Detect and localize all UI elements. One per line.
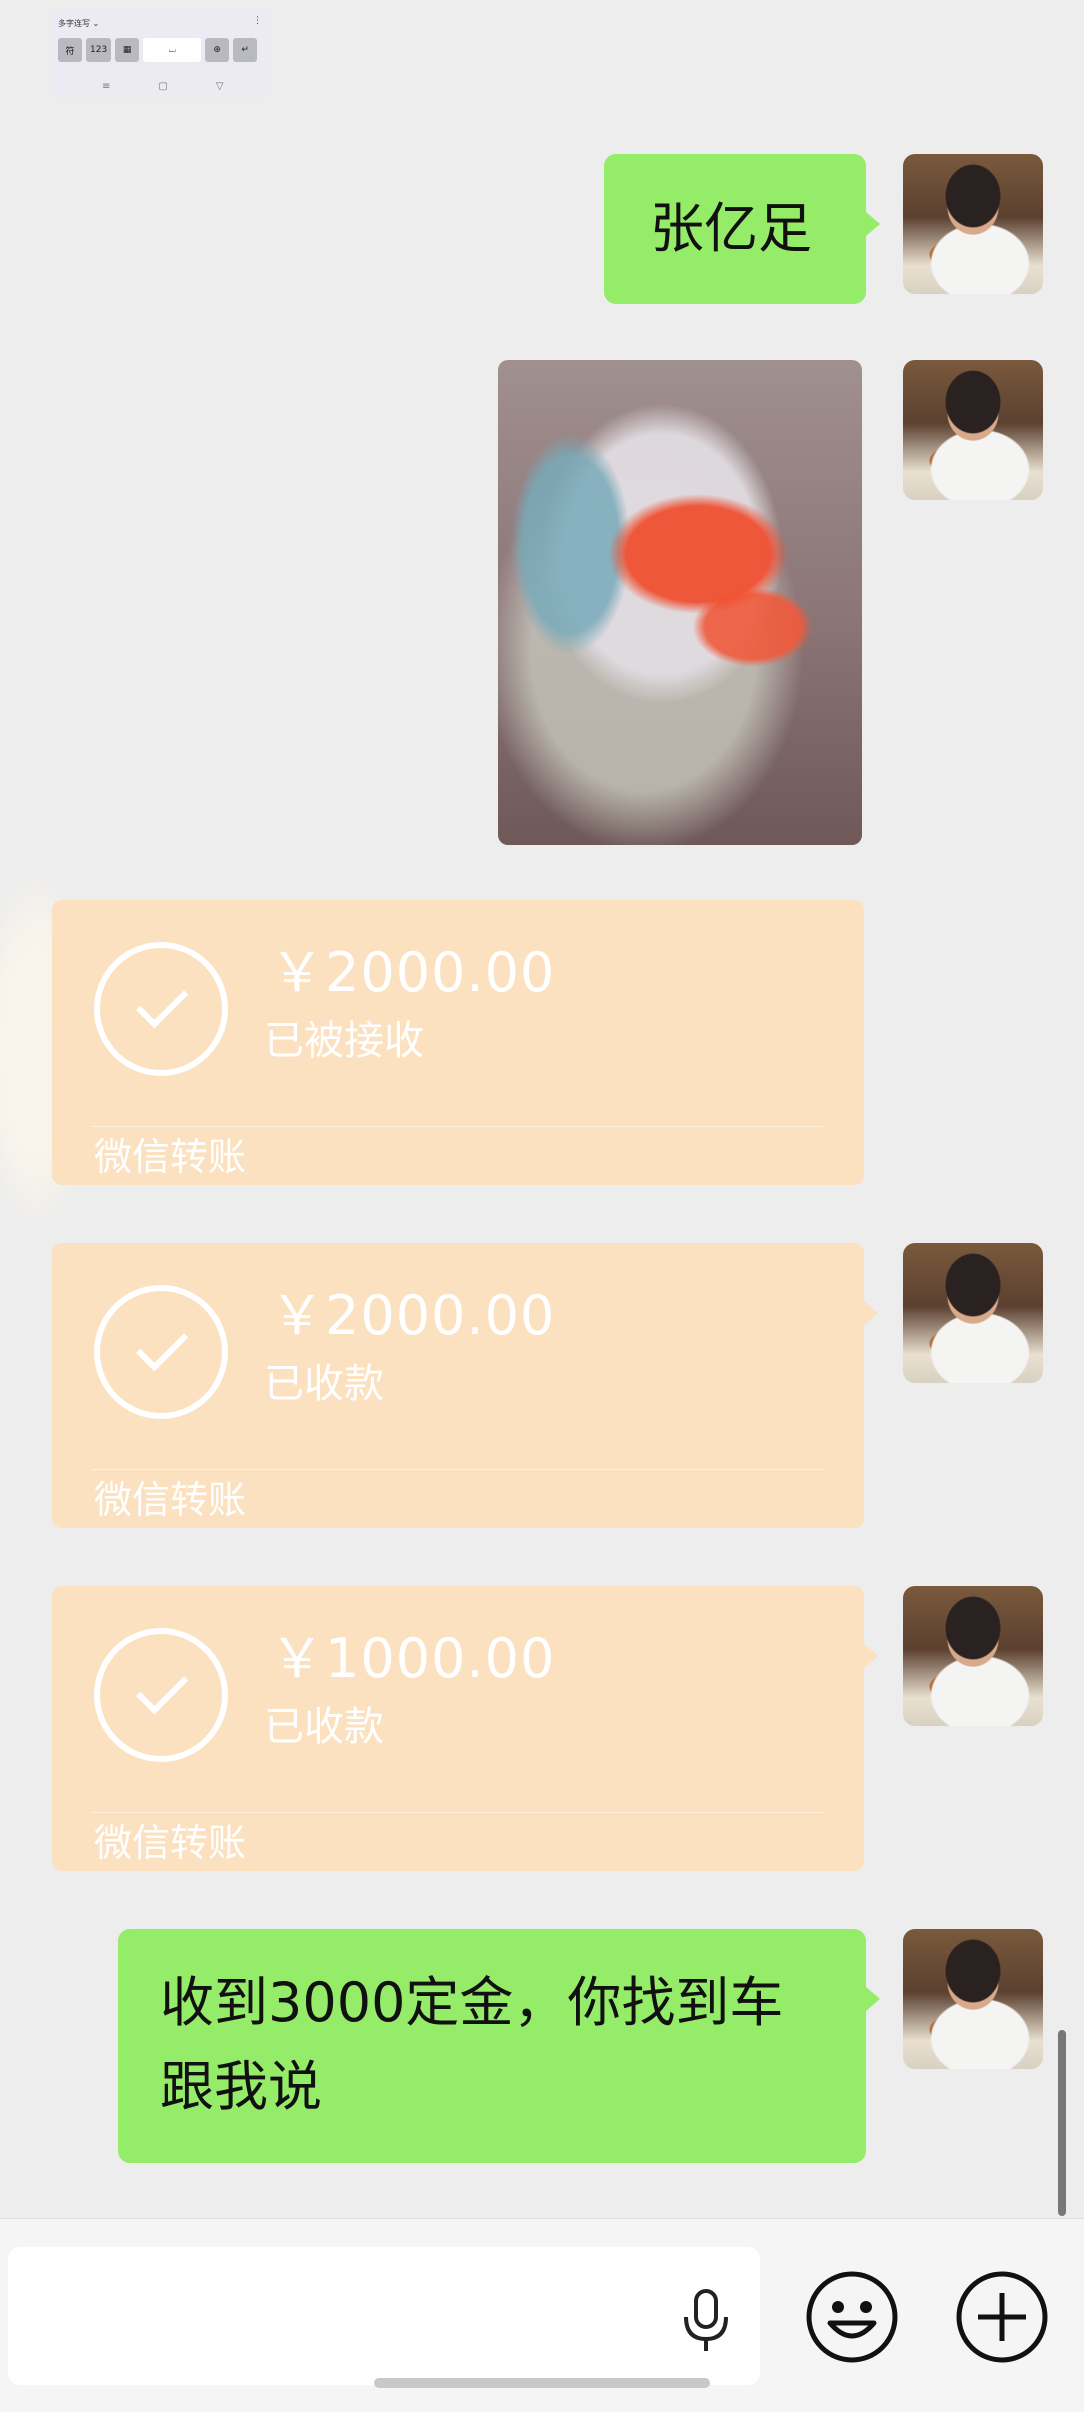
divider bbox=[92, 1469, 824, 1470]
transfer-card[interactable]: ￥1000.00 已收款 微信转账 bbox=[52, 1586, 878, 1871]
message-input[interactable] bbox=[8, 2247, 760, 2385]
transfer-card[interactable]: ￥2000.00 已被接收 微信转账 bbox=[52, 900, 864, 1185]
microphone-icon[interactable] bbox=[676, 2287, 736, 2357]
keyboard-nav-menu-icon: ≡ bbox=[102, 81, 111, 92]
keyboard-thumbnail: 多字连写 ⌄ ⋮ 符 123 ▦ ⌴ ⊕ ↵ ≡ ▢ ▽ bbox=[52, 12, 270, 98]
transfer-amount: ￥2000.00 bbox=[270, 941, 556, 1004]
home-indicator[interactable] bbox=[374, 2378, 710, 2388]
avatar[interactable] bbox=[903, 1586, 1043, 1726]
keyboard-key-row: 符 123 ▦ ⌴ ⊕ ↵ bbox=[58, 38, 258, 62]
message-bubble[interactable]: 收到3000定金，你找到车 跟我说 bbox=[118, 1929, 880, 2163]
avatar[interactable] bbox=[903, 360, 1043, 500]
message-text-line: 跟我说 bbox=[160, 2055, 322, 2118]
keyboard-key-enter: ↵ bbox=[233, 38, 258, 62]
transfer-card[interactable]: ￥2000.00 已收款 微信转账 bbox=[52, 1243, 878, 1528]
avatar[interactable] bbox=[903, 1929, 1043, 2069]
transfer-amount: ￥1000.00 bbox=[270, 1627, 556, 1690]
keyboard-key-space: ⌴ bbox=[143, 38, 202, 62]
avatar[interactable] bbox=[903, 154, 1043, 294]
divider bbox=[92, 1812, 824, 1813]
plus-icon[interactable] bbox=[954, 2269, 1050, 2365]
keyboard-nav-row: ≡ ▢ ▽ bbox=[102, 81, 224, 92]
image-message[interactable] bbox=[498, 360, 862, 845]
transfer-brand: 微信转账 bbox=[94, 1478, 247, 1522]
transfer-status: 已收款 bbox=[264, 1361, 384, 1407]
keyboard-nav-home-icon: ▢ bbox=[158, 81, 168, 92]
avatar[interactable] bbox=[903, 1243, 1043, 1383]
keyboard-key-number: 123 bbox=[86, 38, 112, 62]
keyboard-key-grid: ▦ bbox=[115, 38, 140, 62]
message-bubble[interactable]: 张亿足 bbox=[604, 154, 880, 304]
transfer-brand: 微信转账 bbox=[94, 1135, 247, 1179]
check-circle-icon bbox=[94, 1285, 228, 1419]
keyboard-key-lang: ⊕ bbox=[205, 38, 230, 62]
message-text-line: 收到3000定金，你找到车 bbox=[160, 1971, 784, 2034]
scrollbar[interactable] bbox=[1058, 2030, 1066, 2216]
keyboard-menu-icon: ⋮ bbox=[253, 16, 262, 26]
transfer-status: 已收款 bbox=[264, 1704, 384, 1750]
keyboard-mode-label: 多字连写 ⌄ bbox=[58, 19, 100, 28]
divider bbox=[92, 1126, 824, 1127]
message-text: 张亿足 bbox=[650, 197, 812, 260]
emoji-icon[interactable] bbox=[804, 2269, 900, 2365]
check-circle-icon bbox=[94, 1628, 228, 1762]
transfer-amount: ￥2000.00 bbox=[270, 1284, 556, 1347]
transfer-status: 已被接收 bbox=[264, 1018, 424, 1064]
check-circle-icon bbox=[94, 942, 228, 1076]
keyboard-nav-back-icon: ▽ bbox=[215, 81, 224, 92]
transfer-brand: 微信转账 bbox=[94, 1821, 247, 1865]
keyboard-key-symbol: 符 bbox=[58, 38, 82, 62]
